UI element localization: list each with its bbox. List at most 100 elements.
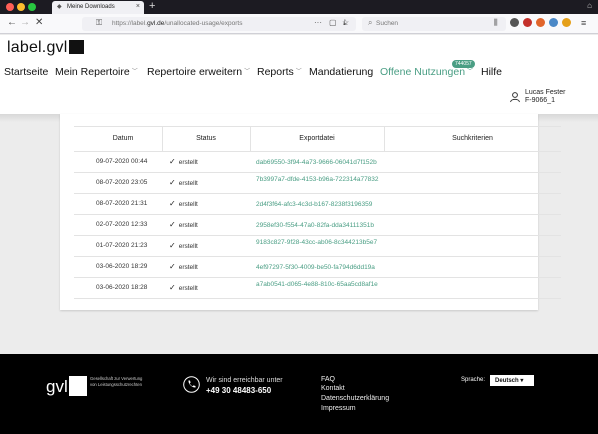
user-name[interactable]: Lucas Fester — [525, 89, 565, 96]
column-header-status[interactable]: Status — [162, 135, 250, 142]
table-row: 08-07-2020 23:05 ✓ erstellt 7b3997a7-dfde… — [74, 173, 561, 194]
search-bar[interactable]: ⌕ Suchen — [362, 17, 506, 31]
stop-loading-icon[interactable]: ✕ — [35, 17, 43, 29]
logo-block-icon — [68, 376, 87, 396]
nav-mandatierung[interactable]: Mandatierung — [309, 66, 373, 78]
user-id: F-9066_1 — [525, 97, 555, 104]
checkmark-icon: ✓ — [169, 220, 176, 229]
extension-dev-icon[interactable] — [549, 18, 558, 27]
footer-link-faq[interactable]: FAQ — [321, 376, 335, 383]
column-header-exportdatei[interactable]: Exportdatei — [250, 135, 384, 142]
reader-icon[interactable]: ▢ — [329, 18, 337, 27]
tab-close-icon[interactable]: × — [136, 3, 140, 10]
extension-ublock-icon[interactable] — [523, 18, 532, 27]
export-file-link[interactable]: 7b3997a7-dfde-4153-b96a-722314a77832 — [256, 175, 384, 184]
close-window-button[interactable] — [6, 3, 14, 11]
menu-icon[interactable]: ≡ — [581, 17, 586, 29]
tab-list-icon[interactable]: ⌂ — [587, 1, 592, 10]
footer-logo[interactable]: gvl — [46, 376, 87, 397]
nav-hilfe[interactable]: Hilfe — [481, 66, 502, 78]
cell-status: ✓ erstellt — [169, 283, 198, 292]
site-logo[interactable]: label.gvl — [7, 39, 84, 57]
checkmark-icon: ✓ — [169, 157, 176, 166]
cell-date: 08-07-2020 21:31 — [96, 200, 148, 207]
table-row: 02-07-2020 12:33 ✓ erstellt 2958ef30-f554… — [74, 215, 561, 236]
main-nav: Startseite Mein Repertoire ﹀ Repertoire e… — [0, 60, 598, 80]
language-select[interactable]: Deutsch ▾ — [490, 375, 534, 386]
footer-tagline: Gesellschaft zur Verwertung von Leistung… — [90, 376, 143, 387]
cell-status: ✓ erstellt — [169, 199, 198, 208]
library-icon[interactable]: ⫼ — [494, 17, 498, 29]
back-icon[interactable]: ← — [7, 17, 17, 29]
table-row: 03-06-2020 18:29 ✓ erstellt 4ef97297-5f30… — [74, 257, 561, 278]
chevron-down-icon: ﹀ — [467, 69, 474, 75]
table-header: Datum Status Exportdatei Suchkriterien — [74, 126, 561, 152]
language-label: Sprache: — [461, 377, 486, 383]
url-bar[interactable]: ⚿ https://label.gvl.de/unallocated-usage… — [82, 17, 356, 31]
column-header-suchkriterien[interactable]: Suchkriterien — [384, 135, 561, 142]
export-file-link[interactable]: 9183c827-9f28-43cc-ab06-8c344213b5e7 — [256, 238, 384, 247]
table-row: 09-07-2020 00:44 ✓ erstellt dab69550-3f94… — [74, 152, 561, 173]
tab-title: Meine Downloads — [67, 4, 115, 10]
cell-date: 08-07-2020 23:05 — [96, 179, 148, 186]
page-actions-icon[interactable]: ··· — [314, 18, 322, 27]
export-file-link[interactable]: a7ab0541-d065-4e88-810c-65aa5cd8af1e — [256, 280, 384, 289]
browser-tab[interactable]: ◆ Meine Downloads × — [52, 1, 144, 14]
chevron-down-icon: ﹀ — [131, 69, 138, 75]
site-header: label.gvl Startseite Mein Repertoire ﹀ Re… — [0, 35, 598, 114]
contact-phone-number[interactable]: +49 30 48483-650 — [206, 386, 271, 395]
checkmark-icon: ✓ — [169, 241, 176, 250]
extension-misc-icon[interactable] — [562, 18, 571, 27]
checkmark-icon: ✓ — [169, 178, 176, 187]
notification-badge: 744057 — [452, 60, 475, 68]
checkmark-icon: ✓ — [169, 199, 176, 208]
footer-link-kontakt[interactable]: Kontakt — [321, 385, 345, 392]
export-file-link[interactable]: dab69550-3f94-4a73-9666-06041d7f152b — [256, 158, 384, 167]
phone-icon — [183, 376, 200, 393]
chevron-down-icon: ﹀ — [244, 69, 251, 75]
url-text[interactable]: https://label.gvl.de/unallocated-usage/e… — [112, 20, 242, 27]
cell-status: ✓ erstellt — [169, 262, 198, 271]
site-footer: gvl Gesellschaft zur Verwertung von Leis… — [0, 354, 598, 434]
sidebar-icon[interactable] — [510, 18, 519, 27]
caret-down-icon: ▾ — [520, 378, 524, 384]
search-icon: ⌕ — [368, 18, 373, 27]
chevron-down-icon: ﹀ — [295, 69, 302, 75]
export-file-link[interactable]: 4ef97297-5f30-4009-be50-fa794d6dd19a — [256, 263, 456, 272]
nav-reports[interactable]: Reports ﹀ — [257, 66, 302, 78]
browser-titlebar: ◆ Meine Downloads × + ⌂ — [0, 0, 598, 14]
user-icon[interactable] — [509, 91, 521, 103]
cell-date: 03-06-2020 18:28 — [96, 284, 148, 291]
new-tab-icon[interactable]: + — [149, 0, 155, 12]
cell-date: 01-07-2020 21:23 — [96, 242, 148, 249]
browser-navbar: ← → ✕ ⚿ https://label.gvl.de/unallocated… — [0, 14, 598, 34]
checkmark-icon: ✓ — [169, 283, 176, 292]
lock-icon: ⚿ — [96, 18, 103, 27]
tab-favicon-icon: ◆ — [57, 4, 62, 10]
minimize-window-button[interactable] — [17, 3, 25, 11]
export-file-link[interactable]: 2d4f3f64-afc3-4c3d-b167-8238f3196359 — [256, 200, 456, 209]
cell-date: 02-07-2020 12:33 — [96, 221, 148, 228]
maximize-window-button[interactable] — [28, 3, 36, 11]
cell-date: 09-07-2020 00:44 — [96, 158, 148, 165]
nav-mein-repertoire[interactable]: Mein Repertoire ﹀ — [55, 66, 138, 78]
extension-firefox-icon[interactable] — [536, 18, 545, 27]
nav-repertoire-erweitern[interactable]: Repertoire erweitern ﹀ — [147, 66, 250, 78]
checkmark-icon: ✓ — [169, 262, 176, 271]
table-row: 01-07-2020 21:23 ✓ erstellt 9183c827-9f28… — [74, 236, 561, 257]
contact-label: Wir sind erreichbar unter — [206, 377, 283, 384]
table-row: 03-06-2020 18:28 ✓ erstellt a7ab0541-d065… — [74, 278, 561, 299]
cell-date: 03-06-2020 18:29 — [96, 263, 148, 270]
column-header-datum[interactable]: Datum — [74, 135, 172, 142]
cell-status: ✓ erstellt — [169, 178, 198, 187]
download-icon[interactable]: ⤓ — [343, 17, 347, 29]
footer-link-impressum[interactable]: Impressum — [321, 405, 356, 412]
footer-link-datenschutz[interactable]: Datenschutzerklärung — [321, 395, 389, 402]
search-placeholder: Suchen — [376, 20, 399, 27]
nav-startseite[interactable]: Startseite — [4, 66, 48, 78]
forward-icon[interactable]: → — [20, 17, 30, 29]
cell-status: ✓ erstellt — [169, 241, 198, 250]
cell-status: ✓ erstellt — [169, 220, 198, 229]
cell-status: ✓ erstellt — [169, 157, 198, 166]
export-file-link[interactable]: 2958ef30-f554-47a0-82fa-dda34111351b — [256, 221, 456, 230]
